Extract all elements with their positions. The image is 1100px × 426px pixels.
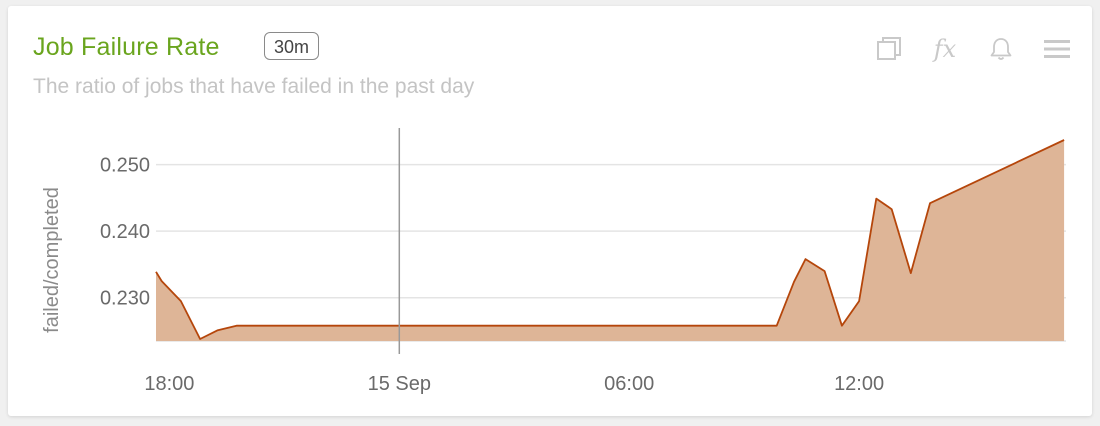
y-tick-label: 0.250 <box>100 155 150 177</box>
series-area-fill <box>156 140 1065 341</box>
y-tick-label: 0.230 <box>100 288 150 310</box>
y-axis-label: failed/completed <box>41 187 63 333</box>
x-tick-label: 06:00 <box>604 373 654 395</box>
x-tick-label: 12:00 <box>834 373 884 395</box>
y-axis-ticks: 0.230 0.240 0.250 <box>100 155 150 310</box>
series-area <box>155 139 1065 341</box>
x-tick-label: 18:00 <box>144 373 194 395</box>
y-tick-label: 0.240 <box>100 221 150 243</box>
x-axis-ticks: 18:00 15 Sep 06:00 12:00 <box>144 373 884 395</box>
x-tick-label: 15 Sep <box>368 373 431 395</box>
failure-rate-chart[interactable]: 0.230 0.240 0.250 18:00 15 Sep 06:00 12:00 fa… <box>0 0 1100 426</box>
